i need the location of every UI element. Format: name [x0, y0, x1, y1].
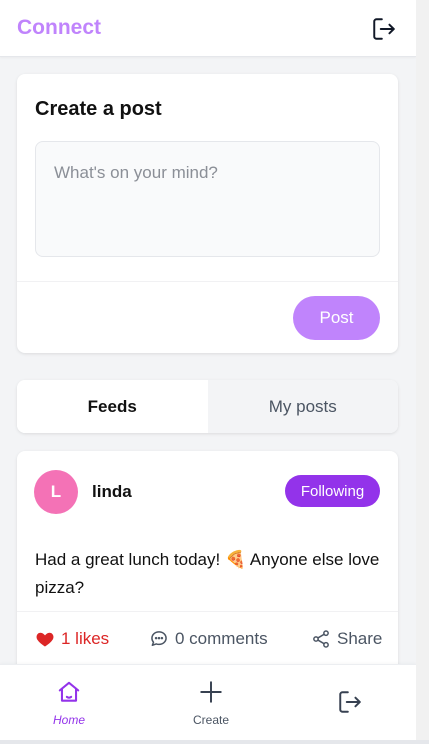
- home-icon: [58, 681, 80, 702]
- nav-logout[interactable]: [300, 665, 400, 740]
- nav-home-label: Home: [52, 713, 85, 727]
- comment-icon: [151, 631, 167, 646]
- brand-logo[interactable]: Connect: [17, 16, 101, 40]
- top-header: Connect: [0, 0, 416, 57]
- scrollbar[interactable]: [416, 0, 429, 744]
- comments-count: 0 comments: [175, 629, 268, 648]
- window-edge: [0, 740, 429, 744]
- nav-create[interactable]: Create: [161, 665, 261, 740]
- app-viewport: Connect Create a post Post Feeds My post…: [0, 0, 416, 740]
- logout-icon: [339, 691, 361, 713]
- tab-feeds[interactable]: Feeds: [17, 380, 208, 433]
- post-card: L linda Following Had a great lunch toda…: [17, 451, 398, 666]
- post-text: Had a great lunch today! 🍕 Anyone else l…: [35, 550, 380, 597]
- plus-icon: [200, 681, 222, 703]
- post-author[interactable]: linda: [92, 482, 132, 502]
- feed-tabs: Feeds My posts: [17, 380, 398, 433]
- following-button[interactable]: Following: [285, 475, 380, 507]
- tab-my-posts[interactable]: My posts: [207, 380, 398, 433]
- share-label: Share: [337, 629, 383, 648]
- heart-icon: [36, 632, 54, 647]
- divider: [17, 281, 398, 282]
- share-icon: [313, 630, 329, 648]
- create-post-title: Create a post: [35, 98, 162, 120]
- avatar[interactable]: L: [34, 470, 78, 514]
- likes-count: 1 likes: [61, 629, 110, 648]
- post-button[interactable]: Post: [293, 296, 380, 340]
- nav-create-label: Create: [192, 713, 230, 727]
- post-input[interactable]: [35, 141, 380, 257]
- share-button[interactable]: Share: [311, 627, 382, 651]
- divider: [17, 611, 398, 612]
- like-button[interactable]: 1 likes: [35, 627, 109, 651]
- logout-button[interactable]: [371, 16, 397, 42]
- comment-button[interactable]: 0 comments: [149, 627, 268, 651]
- bottom-nav: Home Create: [0, 664, 416, 740]
- nav-home[interactable]: Home: [19, 665, 119, 740]
- create-post-card: Create a post Post: [17, 74, 398, 353]
- logout-icon: [373, 18, 395, 40]
